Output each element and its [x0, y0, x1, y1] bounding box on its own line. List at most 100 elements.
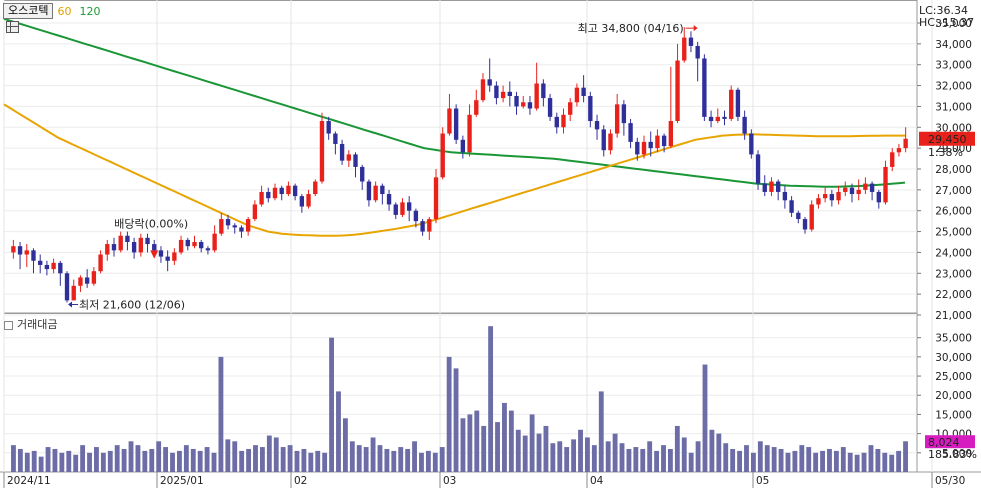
volume-bar: [356, 445, 362, 472]
candle-body: [896, 148, 902, 153]
candle-body: [849, 187, 855, 195]
candle-body: [594, 121, 600, 130]
volume-bar: [31, 450, 37, 472]
candle-body: [829, 194, 835, 201]
volume-bar: [522, 435, 528, 472]
candle-body: [474, 100, 479, 115]
candle: [809, 200, 814, 232]
volume-bar: [107, 450, 113, 472]
legend-stock-name[interactable]: 오스코텍: [3, 3, 54, 19]
candle-body: [581, 87, 586, 96]
candle-body: [219, 219, 224, 234]
candle-body: [393, 204, 398, 215]
candle-body: [111, 244, 117, 251]
volume-bar: [626, 448, 632, 472]
candle-body: [641, 141, 647, 155]
candle-body: [628, 123, 633, 142]
price-tick-label: 25,000: [935, 227, 972, 239]
volume-bar: [349, 441, 355, 472]
volume-tick-label: 30,000: [935, 352, 972, 364]
price-tick-label: 26,000: [935, 206, 972, 218]
ex-rights-annotation: 배당락(0.00%): [114, 218, 188, 231]
candle-body: [541, 83, 546, 99]
volume-bar: [723, 443, 729, 472]
volume-bar: [135, 445, 141, 472]
candle-body: [138, 237, 144, 253]
volume-panel-title: 거래대금: [4, 316, 57, 332]
candle-body: [682, 37, 687, 61]
candle-body: [64, 273, 70, 301]
volume-bar: [273, 437, 279, 472]
volume-bar: [771, 447, 777, 472]
candle-body: [205, 248, 211, 251]
candle-body: [380, 185, 385, 195]
candle-body: [661, 135, 667, 147]
volume-bar: [322, 452, 328, 472]
volume-bar: [391, 450, 397, 472]
candle-body: [165, 256, 170, 261]
volume-bar: [661, 445, 666, 472]
x-tick-label: 03: [443, 475, 456, 487]
candle-body: [38, 260, 43, 265]
candle: [440, 127, 445, 180]
candle-body: [749, 133, 754, 155]
legend-ma60[interactable]: 60: [57, 5, 71, 18]
volume-bar: [508, 410, 514, 472]
volume-bar: [730, 448, 736, 472]
candle-body: [782, 191, 788, 201]
candle-body: [84, 277, 90, 284]
candle-body: [353, 154, 358, 167]
candle-body: [621, 104, 627, 124]
volume-bar: [419, 452, 424, 472]
candle: [883, 160, 888, 205]
volume-bar: [605, 441, 611, 472]
volume-panel-label: 거래대금: [17, 318, 58, 331]
volume-bar: [702, 364, 708, 472]
volume-bar: [412, 441, 417, 472]
volume-bar: [59, 452, 65, 472]
candle-body: [608, 133, 613, 151]
candle-body: [239, 227, 244, 232]
candle-body: [708, 116, 714, 122]
candle-body: [561, 114, 566, 128]
volume-bar: [827, 448, 832, 472]
x-tick-label: 05: [756, 475, 769, 487]
candle-body: [843, 187, 848, 192]
stock-chart[interactable]: 35,00034,00033,00032,00031,00030,00029,0…: [0, 0, 981, 488]
volume-bar: [820, 450, 825, 472]
candle-body: [890, 152, 895, 167]
checkbox-icon[interactable]: [4, 320, 13, 330]
candle-body: [440, 133, 445, 178]
candle: [319, 112, 325, 184]
candle-body: [407, 202, 412, 211]
candle-body: [755, 154, 761, 184]
candle-body: [98, 254, 103, 272]
volume-bar: [232, 441, 238, 472]
candle-body: [796, 212, 801, 220]
candle-body: [574, 87, 580, 103]
volume-bar: [474, 410, 480, 472]
volume-bar: [585, 437, 590, 472]
candle-body: [172, 252, 177, 261]
volume-bar: [640, 448, 646, 472]
volume-bar: [308, 452, 314, 472]
high-annotation: 최고 34,800 (04/16): [578, 22, 684, 35]
candle-body: [668, 121, 674, 147]
candle-body: [58, 262, 63, 274]
volume-bar: [695, 441, 701, 472]
candle-body: [769, 181, 774, 192]
volume-bar: [17, 448, 23, 472]
price-badge-value: 29,450: [928, 133, 967, 146]
volume-bar: [100, 452, 106, 472]
legend-ma120[interactable]: 120: [79, 5, 100, 18]
table-grid-icon[interactable]: [6, 21, 19, 33]
price-tick-label: 23,000: [935, 268, 972, 280]
volume-tick-label: 15,000: [935, 409, 972, 421]
volume-bar: [246, 448, 252, 472]
volume-bar: [405, 448, 411, 472]
candle-body: [78, 277, 83, 286]
candle-body: [386, 194, 392, 205]
candle-body: [568, 102, 573, 115]
volume-bar: [177, 450, 182, 472]
volume-bar: [259, 447, 265, 472]
